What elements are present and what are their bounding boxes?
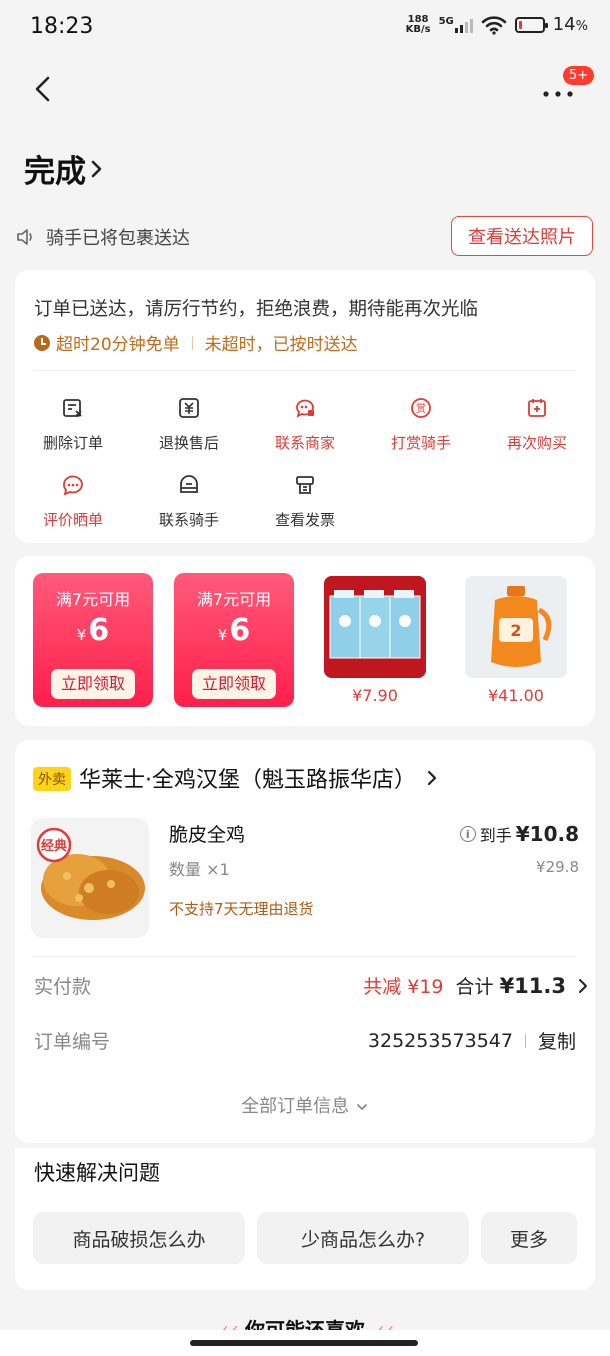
action-reward[interactable]: 赏打赏骑手 (363, 396, 479, 453)
product-price: ¥41.00 (488, 686, 544, 705)
battery-icon (514, 16, 548, 33)
back-icon[interactable] (28, 72, 58, 106)
rebuy-icon (528, 399, 546, 417)
all-order-info-link[interactable]: 全部订单信息 (0, 1092, 610, 1118)
wifi-icon (481, 15, 507, 35)
divider (34, 370, 576, 371)
status-icons: 188 KB/s 5G 14% (406, 14, 588, 35)
refund-icon (179, 398, 199, 418)
action-label: 联系商家 (274, 434, 335, 452)
action-label: 联系骑手 (158, 511, 219, 529)
action-label: 再次购买 (506, 434, 567, 452)
status-bar: 18:23 188 KB/s 5G 14% (0, 0, 610, 56)
network-type: 5G (438, 15, 454, 27)
action-delete-order[interactable]: 删除订单 (15, 396, 131, 453)
clock-icon (34, 334, 50, 351)
to-hand-price: ¥10.8 (515, 822, 579, 846)
food-quantity: 数量 ×1 (169, 860, 230, 879)
delivery-notice: 骑手已将包裹送达 (16, 224, 190, 250)
action-rider[interactable]: 联系骑手 (131, 473, 247, 530)
coupon-condition: 满7元可用 (196, 590, 272, 609)
order-number-row: 325253573547 复制 (368, 1027, 576, 1054)
more-help-button[interactable]: 更多 (481, 1212, 577, 1264)
reward-icon: 赏 (411, 398, 431, 418)
takeout-tag: 外卖 (33, 767, 71, 791)
total: 合计 ¥11.3 (455, 974, 567, 998)
damaged-goods-button[interactable]: 商品破损怎么办 (33, 1212, 245, 1264)
discount-amount: 共减 ¥19 (363, 976, 444, 998)
battery-percent: 14% (552, 14, 588, 35)
to-hand-label: 到手 (479, 826, 512, 845)
all-order-info-text: 全部订单信息 (241, 1096, 350, 1117)
chevron-right-icon (91, 160, 102, 177)
quick-help-title: 快速解决问题 (34, 1161, 160, 1185)
action-label: 退换售后 (158, 434, 219, 452)
action-rebuy[interactable]: 再次购买 (479, 396, 595, 453)
coupon-amount: ¥6 (217, 613, 251, 648)
coupon-amount: ¥6 (76, 613, 110, 648)
order-detail-card (15, 740, 595, 1143)
food-image[interactable]: 经典 (31, 818, 149, 938)
net-speed-unit: KB/s (405, 23, 431, 35)
view-delivery-photo-button[interactable]: 查看送达照片 (451, 216, 593, 256)
product-price: ¥7.90 (352, 686, 398, 705)
final-price[interactable]: i 到手 ¥10.8 (459, 822, 579, 846)
speaker-icon (17, 229, 32, 245)
shop-name: 华莱士·全鸡汉堡（魁玉路振华店） (79, 768, 416, 793)
home-indicator[interactable] (190, 1340, 418, 1346)
shop-name-link[interactable]: 华莱士·全鸡汉堡（魁玉路振华店） (79, 762, 438, 794)
net-speed: 188 KB/s (405, 13, 431, 35)
coupon-condition: 满7元可用 (55, 590, 131, 609)
battery-fill (518, 20, 522, 29)
product-milk-image[interactable] (324, 576, 426, 678)
action-invoice[interactable]: 查看发票 (247, 473, 363, 530)
product-orange-drink-image[interactable]: 2 (465, 576, 567, 678)
action-label: 查看发票 (274, 511, 335, 529)
action-label: 打赏骑手 (390, 434, 451, 452)
paid-label: 实付款 (34, 976, 92, 998)
delivery-notice-text: 骑手已将包裹送达 (46, 228, 190, 249)
action-review[interactable]: 评价晒单 (15, 473, 131, 530)
net-speed-value: 188 (407, 13, 429, 25)
action-chat-merchant[interactable]: 联系商家 (247, 396, 363, 453)
no-return-note: 不支持7天无理由退货 (169, 900, 314, 918)
info-icon: i (459, 826, 476, 842)
chevron-right-icon (579, 978, 587, 993)
claim-coupon-button[interactable]: 立即领取 (51, 669, 135, 699)
payment-summary[interactable]: 共减 ¥19 合计 ¥11.3 (363, 972, 588, 999)
on-time-label: 未超时，已按时送达 (204, 335, 358, 355)
action-refund[interactable]: 退换售后 (131, 396, 247, 453)
svg-text:2: 2 (510, 621, 521, 640)
divider (34, 956, 576, 957)
action-label: 评价晒单 (42, 511, 103, 529)
missing-items-button[interactable]: 少商品怎么办? (257, 1212, 469, 1264)
more-icon[interactable] (538, 84, 578, 104)
timeout-info[interactable]: 超时20分钟免单 未超时，已按时送达 (34, 330, 358, 355)
review-icon (63, 475, 83, 496)
action-label: 删除订单 (42, 434, 103, 452)
chevron-right-icon (427, 770, 437, 786)
order-number-label: 订单编号 (34, 1031, 111, 1053)
svg-text:赏: 赏 (416, 403, 426, 415)
coupon[interactable]: 满7元可用 ¥6 立即领取 (33, 573, 153, 707)
food-name: 脆皮全鸡 (169, 824, 246, 846)
coupon[interactable]: 满7元可用 ¥6 立即领取 (174, 573, 294, 707)
signal-icon: 5G (438, 15, 473, 33)
status-time: 18:23 (30, 14, 94, 39)
claim-coupon-button[interactable]: 立即领取 (192, 669, 276, 699)
timeout-free-label: 超时20分钟免单 (56, 335, 180, 355)
rider-icon (180, 475, 198, 493)
chevron-down-icon (356, 1104, 367, 1110)
classic-badge: 经典 (41, 838, 67, 854)
page-title[interactable]: 完成 (24, 146, 104, 191)
original-price: ¥29.8 (536, 858, 579, 876)
notification-badge: 5+ (563, 66, 595, 85)
order-delivered-message: 订单已送达，请厉行节约，拒绝浪费，期待能再次光临 (34, 299, 479, 320)
order-number: 325253573547 (367, 1029, 513, 1052)
invoice-icon (296, 476, 314, 494)
delete-order-icon (63, 399, 82, 417)
page-title-text: 完成 (24, 154, 86, 190)
copy-button[interactable]: 复制 (538, 1027, 576, 1054)
chat-merchant-icon (296, 399, 314, 418)
